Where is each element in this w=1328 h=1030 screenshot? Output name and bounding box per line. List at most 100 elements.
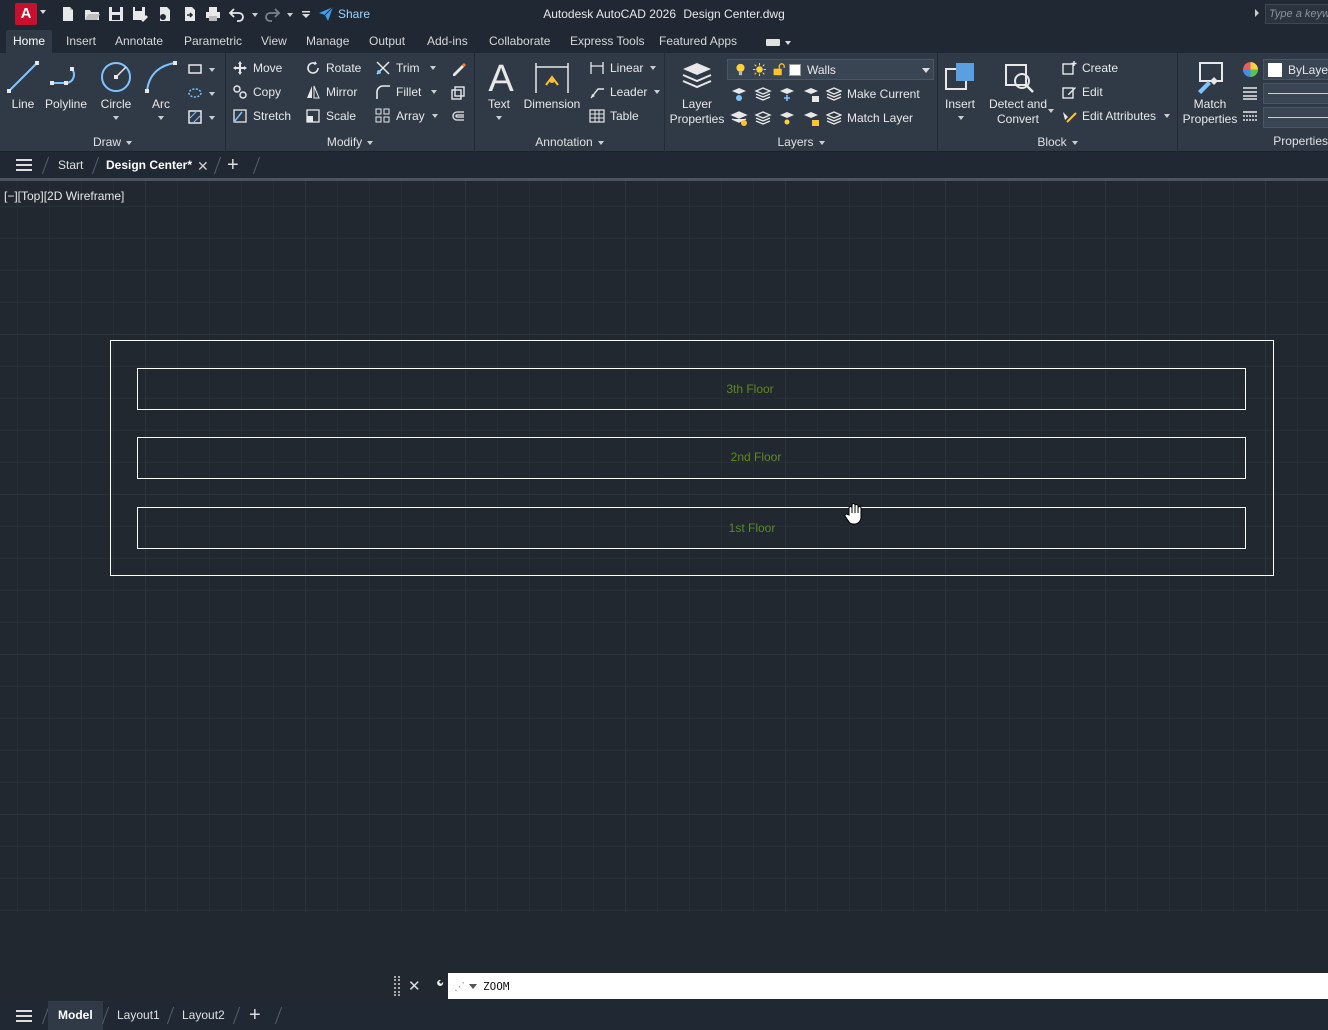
command-line-close-icon[interactable]: ✕ [408, 977, 421, 995]
command-customize-wrench-icon[interactable] [429, 978, 445, 994]
polyline-tool[interactable]: Polyline [44, 59, 88, 112]
modify-panel-title[interactable]: Modify [226, 135, 474, 149]
boundary-dropdown-icon[interactable] [209, 116, 215, 120]
design-center-tab[interactable]: Design Center* [106, 153, 192, 178]
floor-2-rect[interactable] [137, 437, 1246, 479]
layer-lock-icon[interactable] [802, 85, 820, 103]
scale-button[interactable]: Scale [305, 107, 356, 125]
tab-manage[interactable]: Manage [299, 30, 356, 53]
tab-collaborate[interactable]: Collaborate [482, 30, 557, 53]
tab-add-ins[interactable]: Add-ins [420, 30, 475, 53]
file-tabs-menu-icon[interactable] [16, 159, 32, 171]
layer-freeze-icon[interactable] [778, 85, 796, 103]
layer-dropdown[interactable]: Walls [727, 59, 934, 80]
layer-dropdown-arrow-icon[interactable] [922, 68, 930, 73]
arc-dropdown-icon[interactable] [158, 116, 164, 120]
layout1-tab[interactable]: Layout1 [117, 1001, 160, 1030]
tab-output[interactable]: Output [362, 30, 412, 53]
layer-unisolate-icon[interactable] [730, 109, 748, 127]
linetype-dropdown[interactable] [1263, 107, 1328, 128]
floor-3-rect[interactable] [137, 368, 1246, 410]
new-layout-icon[interactable]: + [249, 1003, 261, 1027]
table-button[interactable]: Table [589, 107, 639, 125]
circle-tool[interactable]: Circle [97, 59, 135, 120]
ribbon-display-caret-icon[interactable] [785, 41, 791, 45]
fillet-dropdown-icon[interactable] [431, 90, 438, 94]
dimension-tool[interactable]: Dimension [523, 59, 581, 112]
leader-dropdown-icon[interactable] [654, 90, 661, 94]
start-tab[interactable]: Start [58, 153, 83, 178]
trim-button[interactable]: Trim [375, 59, 436, 77]
make-current-button[interactable]: Make Current [826, 85, 920, 103]
explode-icon[interactable] [450, 85, 466, 101]
stretch-button[interactable]: Stretch [232, 107, 291, 125]
drawing-canvas[interactable]: [−][Top][2D Wireframe] 3th Floor 2nd Flo… [0, 181, 1328, 912]
leader-button[interactable]: Leader [589, 83, 661, 101]
offset-icon[interactable] [450, 109, 466, 125]
tab-insert[interactable]: Insert [59, 30, 103, 53]
layers-expand-icon[interactable] [818, 140, 825, 145]
text-dropdown-icon[interactable] [496, 116, 502, 120]
array-dropdown-icon[interactable] [431, 114, 438, 118]
floor-2-label[interactable]: 2nd Floor [731, 450, 782, 464]
floor-1-rect[interactable] [137, 507, 1246, 549]
drawing-geometry[interactable]: 3th Floor 2nd Floor 1st Floor [0, 181, 1328, 912]
linear-dropdown-icon[interactable] [650, 66, 657, 70]
tab-annotate[interactable]: Annotate [108, 30, 170, 53]
hatch-icon[interactable] [187, 85, 203, 101]
rectangle-dropdown-icon[interactable] [209, 68, 215, 72]
layout-tabs-menu-icon[interactable] [16, 1010, 32, 1022]
annotation-panel-title[interactable]: Annotation [475, 135, 664, 149]
insert-dropdown-icon[interactable] [958, 116, 964, 120]
match-properties-tool[interactable]: Match Properties [1181, 59, 1239, 127]
layer-isolate-icon[interactable] [730, 85, 748, 103]
command-input[interactable]: ⋰ ZOOM [448, 973, 1328, 999]
tab-view[interactable]: View [254, 30, 294, 53]
tab-featured-apps[interactable]: Featured Apps [652, 30, 744, 53]
layer-on-all-icon[interactable] [754, 109, 772, 127]
erase-icon[interactable] [450, 61, 466, 77]
tab-home[interactable]: Home [6, 30, 53, 53]
detect-dropdown-icon[interactable] [1048, 109, 1054, 113]
recent-commands-dropdown-icon[interactable] [469, 983, 477, 989]
match-layer-button[interactable]: Match Layer [826, 109, 913, 127]
create-block-button[interactable]: Create [1061, 59, 1118, 77]
edit-attributes-button[interactable]: Edit Attributes [1061, 107, 1171, 125]
floor-3-label[interactable]: 3th Floor [726, 382, 773, 396]
color-dropdown[interactable]: ByLayer [1263, 59, 1328, 80]
search-input[interactable]: Type a keyword or phrase [1265, 4, 1328, 24]
annotation-expand-icon[interactable] [597, 140, 604, 145]
mirror-button[interactable]: Mirror [305, 83, 357, 101]
boundary-icon[interactable] [187, 109, 203, 125]
draw-expand-icon[interactable] [126, 140, 132, 145]
arc-tool[interactable]: Arc [143, 59, 179, 120]
block-panel-title[interactable]: Block [938, 135, 1177, 149]
model-tab[interactable]: Model [48, 1001, 103, 1030]
draw-panel-title[interactable]: Draw [0, 135, 225, 149]
search-expand-icon[interactable] [1255, 9, 1259, 17]
insert-tool[interactable]: Insert [942, 59, 978, 120]
detect-and-convert-tool[interactable]: Detect and Convert [986, 59, 1050, 127]
fillet-button[interactable]: Fillet [375, 83, 438, 101]
rectangle-icon[interactable] [187, 61, 203, 77]
text-tool[interactable]: A Text [483, 59, 515, 120]
tab-parametric[interactable]: Parametric [177, 30, 249, 53]
array-button[interactable]: Array [375, 107, 438, 125]
tab-express-tools[interactable]: Express Tools [563, 30, 651, 53]
new-tab-icon[interactable]: + [227, 154, 239, 176]
lineweight-dropdown[interactable] [1263, 83, 1328, 104]
command-line-grip-icon[interactable] [394, 976, 400, 996]
circle-dropdown-icon[interactable] [113, 116, 119, 120]
properties-panel-title[interactable]: Properties [1178, 134, 1328, 148]
layer-off-icon[interactable] [754, 85, 772, 103]
copy-button[interactable]: Copy [232, 83, 281, 101]
move-button[interactable]: Move [232, 59, 282, 77]
close-tab-icon[interactable]: ✕ [197, 158, 209, 175]
building-outline[interactable] [110, 340, 1274, 576]
line-tool[interactable]: Line [5, 59, 41, 112]
layout2-tab[interactable]: Layout2 [182, 1001, 225, 1030]
modify-expand-icon[interactable] [367, 140, 374, 145]
rotate-button[interactable]: Rotate [305, 59, 361, 77]
edit-block-button[interactable]: Edit [1061, 83, 1103, 101]
layer-properties-tool[interactable]: Layer Properties [667, 59, 727, 127]
